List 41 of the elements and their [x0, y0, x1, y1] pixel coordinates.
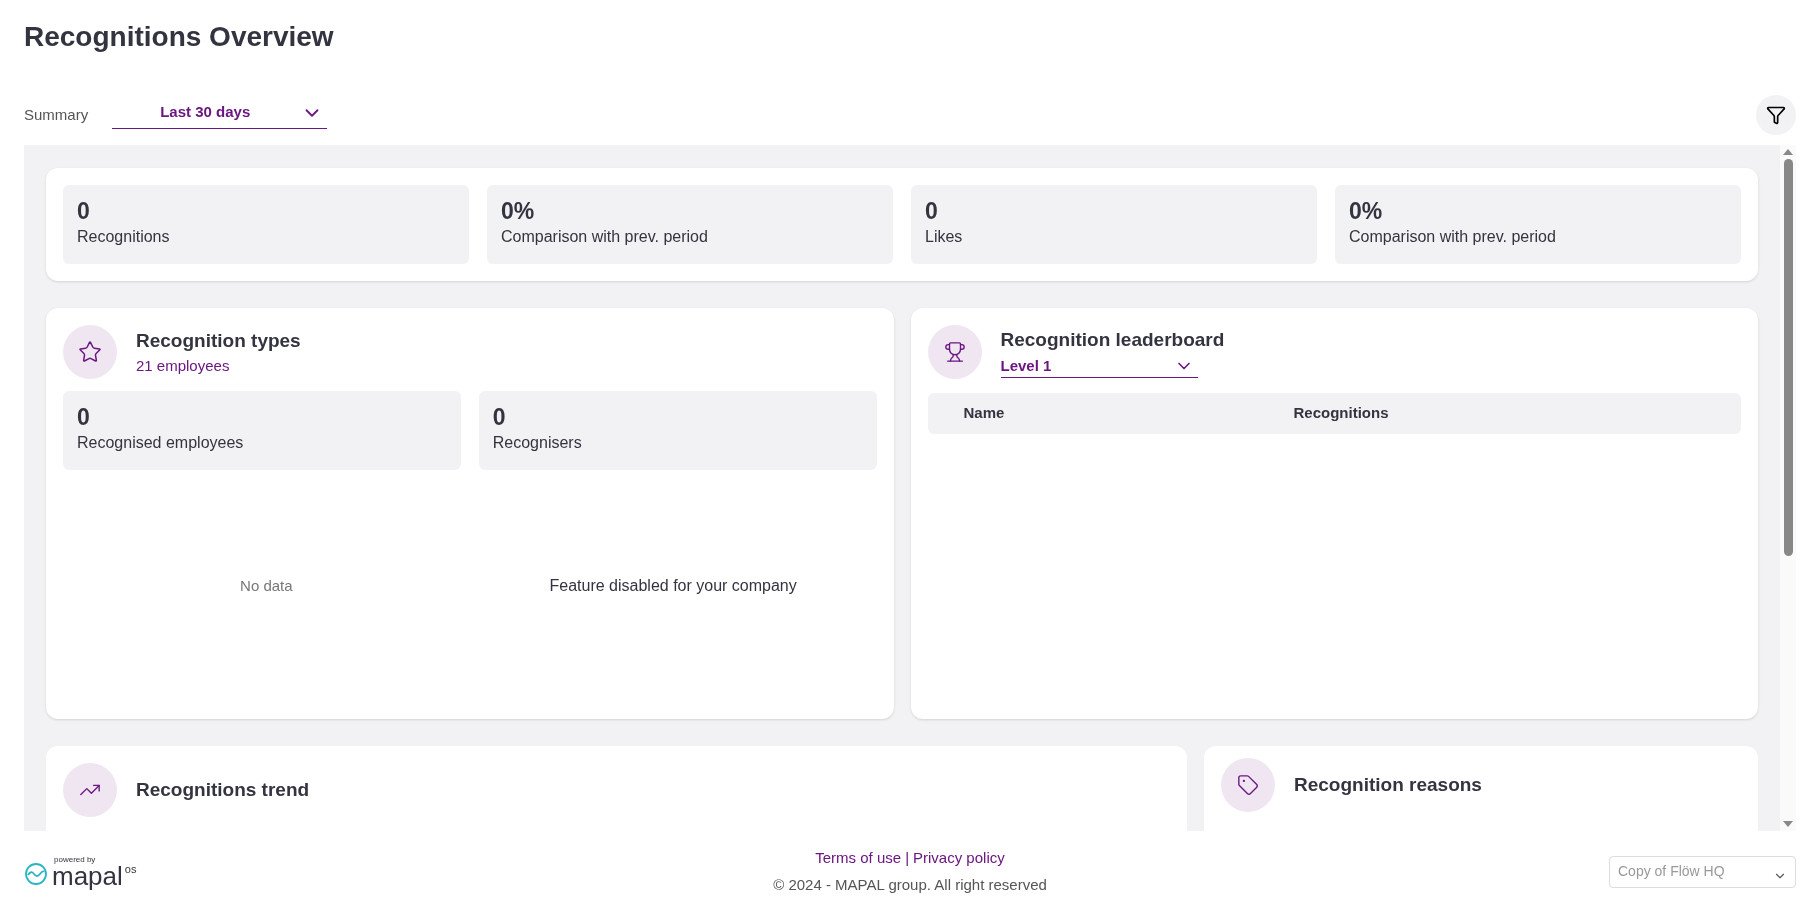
- stat-value: 0: [77, 403, 91, 431]
- card-title: Recognitions trend: [136, 778, 310, 802]
- no-data-message: No data: [239, 575, 294, 596]
- star-icon: [78, 340, 102, 364]
- stat-label: Recognitions: [77, 227, 171, 247]
- column-header: Name: [963, 403, 1006, 424]
- period-dropdown[interactable]: Last 30 days: [112, 101, 328, 129]
- card-title: Recognition types: [136, 328, 301, 353]
- filter-icon: [1766, 105, 1786, 125]
- powered-by-text: powered by: [54, 855, 97, 864]
- stat-value: 0%: [501, 197, 536, 225]
- filter-button[interactable]: [1756, 95, 1796, 135]
- brand-name: mapal: [52, 863, 123, 888]
- wave-circle-icon: [24, 861, 48, 886]
- trophy-icon: [943, 341, 966, 363]
- stat-label: Comparison with prev. period: [1349, 227, 1557, 247]
- stat-value: 0: [492, 403, 507, 431]
- level-dropdown[interactable]: Level 1: [1000, 354, 1198, 378]
- tag-icon: [1237, 774, 1259, 796]
- privacy-link[interactable]: Privacy policy: [913, 847, 1005, 870]
- feature-disabled-message: Feature disabled for your company: [548, 576, 798, 596]
- card-title: Recognition reasons: [1294, 773, 1482, 797]
- column-header: Recognitions: [1293, 403, 1390, 424]
- terms-link[interactable]: Terms of use: [815, 847, 902, 870]
- scroll-down-icon: [1783, 821, 1793, 827]
- stat-label: Comparison with prev. period: [501, 227, 709, 247]
- stat-label: Recognisers: [492, 433, 583, 453]
- card-title: Recognition leaderboard: [1000, 328, 1225, 352]
- page-title: Recognitions Overview: [24, 20, 335, 54]
- scroll-up-icon: [1783, 149, 1793, 155]
- stat-value: 0: [925, 197, 939, 225]
- stat-label: Recognised employees: [77, 433, 245, 453]
- stat-label: Likes: [925, 227, 964, 247]
- summary-label: Summary: [24, 104, 89, 125]
- stat-value: 0%: [1349, 197, 1384, 225]
- employees-count: 21 employees: [136, 356, 231, 376]
- scrollbar-thumb[interactable]: [1783, 159, 1793, 556]
- stat-value: 0: [77, 197, 91, 225]
- copyright-text: © 2024 - MAPAL group. All right reserved: [773, 874, 1047, 895]
- brand-suffix: os: [124, 863, 137, 875]
- link-separator: |: [905, 848, 910, 868]
